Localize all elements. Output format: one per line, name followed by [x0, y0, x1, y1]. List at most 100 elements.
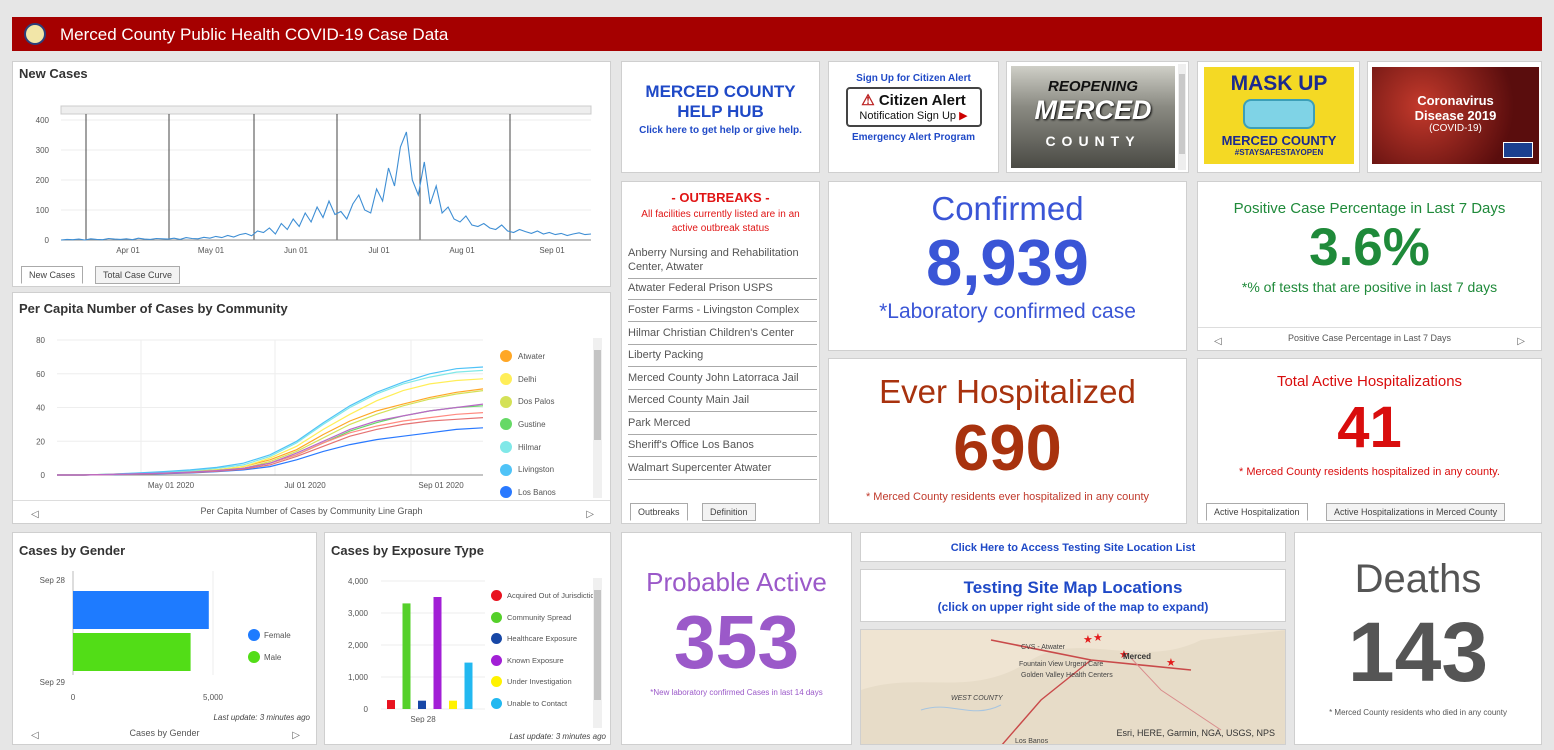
legend-item[interactable]: Known Exposure [491, 650, 599, 672]
testing-map[interactable]: ★ ★ ★ ★ CVS - Atwater Merced Fountain Vi… [860, 629, 1286, 745]
legend-dot-icon [500, 373, 512, 386]
map-marker-icon[interactable]: ★ [1166, 656, 1176, 669]
tab-outbreaks[interactable]: Outbreaks [630, 503, 688, 521]
new-cases-title: New Cases [19, 66, 88, 81]
legend-item[interactable]: Gustine [500, 413, 595, 436]
coronavirus-line3: (COVID-19) [1429, 123, 1482, 134]
y-tick-label: Sep 28 [40, 576, 66, 585]
mask-up-card[interactable]: MASK UP MERCED COUNTY #STAYSAFESTAYOPEN [1197, 61, 1360, 173]
x-tick-label: Sep 01 [539, 246, 565, 255]
y-tick-label: 4,000 [348, 577, 369, 586]
tab-total-case-curve[interactable]: Total Case Curve [95, 266, 181, 284]
new-cases-line [60, 131, 592, 241]
confirmed-note: *Laboratory confirmed case [879, 300, 1136, 323]
citizen-alert-bottom: Emergency Alert Program [851, 132, 975, 143]
legend-label: Under Investigation [507, 677, 572, 687]
positive-pct-label: Positive Case Percentage in Last 7 Days [1233, 200, 1506, 217]
legend-item[interactable]: Unable to Contact [491, 693, 599, 715]
gender-update: Last update: 3 minutes ago [213, 713, 310, 722]
outbreak-list-item[interactable]: Foster Farms - Livingston Complex [628, 299, 817, 322]
outbreak-list-item[interactable]: Atwater Federal Prison USPS [628, 277, 817, 300]
mask-up-line3: #STAYSAFESTAYOPEN [1234, 148, 1324, 157]
active-hosp-label: Total Active Hospitalizations [1276, 373, 1463, 390]
mask-up-line2: MERCED COUNTY [1221, 133, 1337, 148]
exposure-bar [418, 700, 426, 709]
legend-dot-icon [500, 463, 512, 476]
exposure-bar [402, 603, 411, 709]
county-seal-icon [24, 23, 46, 45]
deaths-card: Deaths 143 * Merced County residents who… [1294, 532, 1542, 745]
mask-icon [1243, 99, 1315, 129]
reopening-image: REOPENING MERCED COUNTY [1011, 66, 1175, 168]
legend-dot-icon [248, 629, 260, 641]
per-capita-footer-label: Per Capita Number of Cases by Community … [200, 506, 423, 516]
outbreaks-note: All facilities currently listed are in a… [641, 209, 800, 234]
legend-dot-icon [500, 441, 512, 454]
gender-bar [73, 591, 209, 629]
legend-item[interactable]: Livingston [500, 458, 595, 481]
legend-item[interactable]: Delhi [500, 368, 595, 391]
outbreak-list-item[interactable]: Merced County Main Jail [628, 389, 817, 412]
map-marker-icon[interactable]: ★ [1083, 633, 1093, 646]
testing-link-card[interactable]: Click Here to Access Testing Site Locati… [860, 532, 1286, 562]
legend-label: Female [264, 631, 291, 640]
series-line [57, 390, 484, 476]
next-arrow-icon[interactable]: ▷ [292, 730, 300, 741]
legend-item[interactable]: Healthcare Exposure [491, 628, 599, 650]
y-tick-label: 0 [41, 471, 46, 480]
outbreak-list-item[interactable]: Merced County John Latorraca Jail [628, 367, 817, 390]
legend-item[interactable]: Atwater [500, 345, 595, 368]
help-hub-card[interactable]: MERCED COUNTY HELP HUB Click here to get… [621, 61, 820, 173]
tab-active-hospitalization[interactable]: Active Hospitalization [1206, 503, 1308, 521]
legend-label: Hilmar [518, 442, 542, 452]
probable-note: *New laboratory confirmed Cases in last … [650, 688, 823, 697]
exposure-legend: Acquired Out of Jurisdiction Community Sp… [491, 585, 599, 714]
gender-title: Cases by Gender [19, 543, 126, 558]
confirmed-card: Confirmed 8,939 *Laboratory confirmed ca… [828, 181, 1187, 351]
reopening-card[interactable]: REOPENING MERCED COUNTY [1006, 61, 1189, 173]
next-arrow-icon[interactable]: ▷ [1517, 336, 1525, 347]
map-marker-icon[interactable]: ★ [1093, 631, 1103, 644]
reopening-line2: MERCED [1034, 95, 1152, 125]
legend-item[interactable]: Acquired Out of Jurisdiction [491, 585, 599, 607]
legend-scrollbar[interactable] [593, 338, 602, 498]
citizen-alert-badge: ⚠ Citizen Alert Notification Sign Up ▶ [845, 87, 982, 127]
next-arrow-icon[interactable]: ▷ [586, 509, 594, 520]
y-tick-label: 0 [45, 236, 50, 245]
legend-item[interactable]: Dos Palos [500, 390, 595, 413]
legend-dot-icon [491, 654, 502, 666]
outbreak-list-item[interactable]: Hilmar Christian Children's Center [628, 322, 817, 345]
outbreak-list-item[interactable]: Walmart Supercenter Atwater [628, 457, 817, 480]
legend-item[interactable]: Under Investigation [491, 671, 599, 693]
legend-dot-icon [500, 395, 512, 408]
x-tick-label: Jul 01 [368, 246, 390, 255]
gender-bar [73, 633, 191, 671]
coronavirus-card[interactable]: Coronavirus Disease 2019 (COVID-19) [1367, 61, 1542, 173]
deaths-note: * Merced County residents who died in an… [1329, 708, 1507, 717]
tab-active-hosp-merced[interactable]: Active Hospitalizations in Merced County [1326, 503, 1506, 521]
legend-label: Atwater [518, 351, 546, 361]
card-scrollbar[interactable] [1178, 64, 1186, 170]
outbreak-list-item[interactable]: Anberry Nursing and Rehabilitation Cente… [628, 244, 817, 279]
testing-link[interactable]: Click Here to Access Testing Site Locati… [861, 542, 1285, 554]
map-label-golden: Golden Valley Health Centers [1021, 672, 1113, 679]
help-hub-title-1: MERCED COUNTY [645, 82, 796, 101]
legend-item[interactable]: Community Spread [491, 607, 599, 629]
map-label-merced: Merced [1123, 652, 1152, 661]
legend-dot-icon [491, 611, 502, 623]
outbreak-list-item[interactable]: Park Merced [628, 412, 817, 435]
legend-item[interactable]: Hilmar [500, 436, 595, 459]
y-tick-label: 20 [36, 437, 45, 446]
mask-up-line1: MASK UP [1230, 72, 1328, 95]
exposure-bar [464, 662, 473, 709]
positive-pct-card: Positive Case Percentage in Last 7 Days … [1197, 181, 1542, 351]
legend-label: Healthcare Exposure [507, 634, 578, 644]
alert-triangle-icon: ⚠ [861, 92, 875, 109]
outbreak-list-item[interactable]: Sheriff's Office Los Banos [628, 434, 817, 457]
tab-definition[interactable]: Definition [702, 503, 756, 521]
exposure-scrollbar[interactable] [593, 578, 602, 728]
tab-new-cases[interactable]: New Cases [21, 266, 84, 284]
legend-label: Dos Palos [518, 397, 555, 407]
outbreak-list-item[interactable]: Liberty Packing [628, 344, 817, 367]
citizen-alert-card[interactable]: Sign Up for Citizen Alert ⚠ Citizen Aler… [828, 61, 999, 173]
